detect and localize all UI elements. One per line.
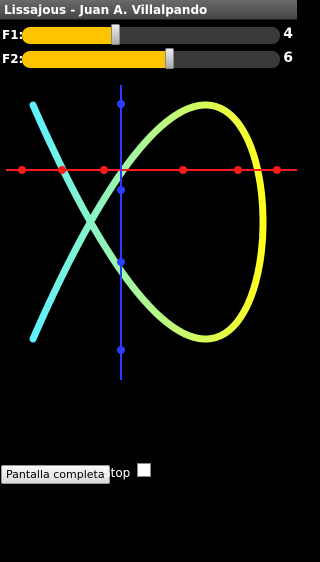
stop-label: Stop: [103, 466, 131, 480]
slider-f1-fill: [22, 27, 115, 44]
stop-checkbox[interactable]: [137, 463, 151, 477]
vertical-intersection-dot: [117, 186, 125, 194]
fullscreen-button[interactable]: Pantalla completa: [1, 465, 110, 484]
horizontal-intersection-dot: [273, 166, 281, 174]
slider-f1-label: F1:: [2, 28, 24, 42]
lissajous-canvas: [6, 85, 297, 380]
horizontal-intersection-dot: [18, 166, 26, 174]
window-title: Lissajous - Juan A. Villalpando: [0, 0, 297, 20]
slider-f2[interactable]: F2: 6: [0, 48, 297, 71]
slider-f1-thumb[interactable]: [110, 24, 120, 45]
horizontal-intersection-dot: [100, 166, 108, 174]
horizontal-intersection-dot: [58, 166, 66, 174]
slider-f2-fill: [22, 51, 170, 68]
slider-f1[interactable]: F1: 4: [0, 24, 297, 47]
horizontal-intersection-dot: [179, 166, 187, 174]
lissajous-curve: [29, 101, 267, 343]
slider-f1-value: 4: [283, 26, 293, 42]
slider-f2-label: F2:: [2, 52, 24, 66]
vertical-intersection-dot: [117, 346, 125, 354]
slider-f2-track[interactable]: [22, 51, 280, 68]
vertical-intersection-dot: [117, 100, 125, 108]
horizontal-intersection-dot: [234, 166, 242, 174]
slider-f2-value: 6: [283, 50, 293, 66]
slider-f2-thumb[interactable]: [165, 48, 175, 69]
vertical-intersection-dot: [117, 258, 125, 266]
slider-f1-track[interactable]: [22, 27, 280, 44]
